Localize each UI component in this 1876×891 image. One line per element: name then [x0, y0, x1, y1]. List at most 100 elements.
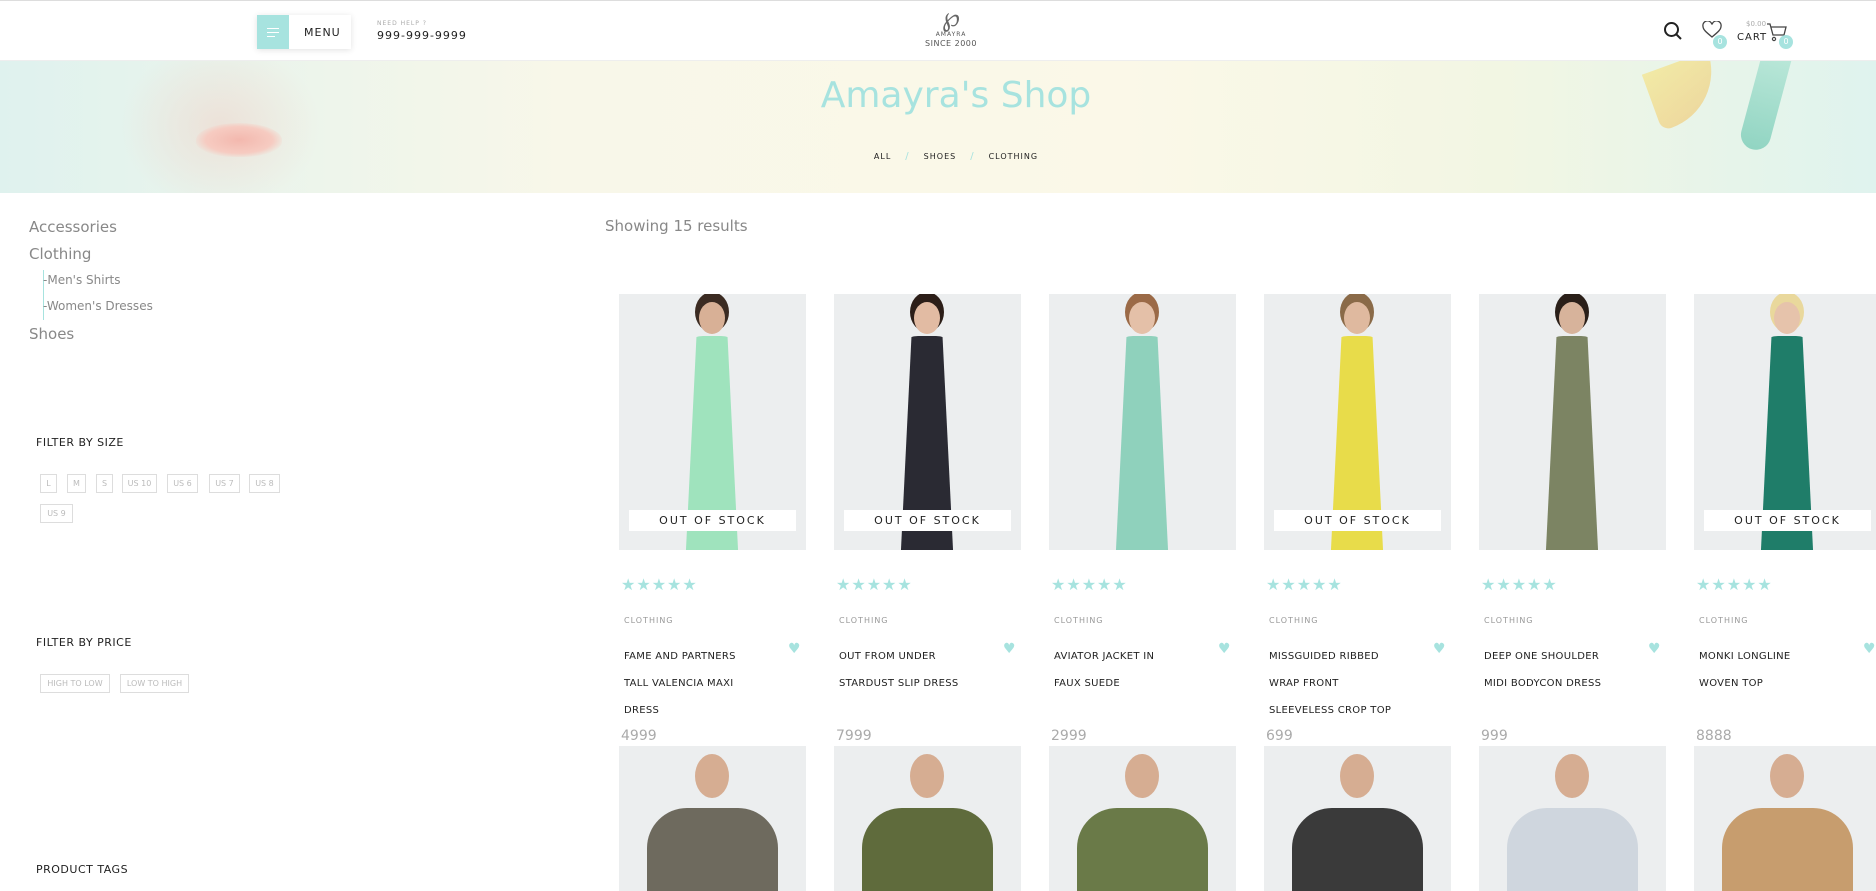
price-high-to-low[interactable]: HIGH TO LOW	[40, 674, 110, 693]
product-name-line: STARDUST SLIP DRESS	[839, 678, 959, 689]
product-name[interactable]: MONKI LONGLINE WOVEN TOP	[1699, 643, 1849, 697]
breadcrumb-all[interactable]: ALL	[874, 152, 891, 161]
breadcrumb-separator: /	[970, 151, 975, 162]
add-to-wishlist-heart-icon[interactable]: ♥	[1218, 641, 1231, 657]
product-category[interactable]: CLOTHING	[1484, 616, 1534, 625]
product-image[interactable]: OUT OF STOCK	[1264, 294, 1451, 550]
menu-button[interactable]: MENU	[257, 15, 351, 49]
size-chip-s[interactable]: S	[96, 474, 113, 493]
site-logo[interactable]: ℘ AMAYRA SINCE 2000	[924, 5, 978, 48]
out-of-stock-label: OUT OF STOCK	[1274, 510, 1441, 531]
subcategory-mens-shirts[interactable]: -Men's Shirts	[43, 273, 121, 287]
rating-stars: ★★★★★	[621, 575, 698, 594]
figure-body	[647, 808, 778, 891]
add-to-wishlist-heart-icon[interactable]: ♥	[788, 641, 801, 657]
product-image[interactable]	[834, 746, 1021, 891]
cart-total: $0.00	[1746, 20, 1767, 28]
size-chip-m[interactable]: M	[67, 474, 86, 493]
page-title: Amayra's Shop	[820, 75, 1092, 116]
rating-stars: ★★★★★	[1266, 575, 1343, 594]
product-name-line: FAUX SUEDE	[1054, 678, 1121, 689]
out-of-stock-label: OUT OF STOCK	[1704, 510, 1871, 531]
product-price: 4999	[621, 728, 657, 744]
product-name-line: DRESS	[624, 705, 660, 716]
size-chip-us7[interactable]: US 7	[209, 474, 240, 493]
product-name[interactable]: AVIATOR JACKET IN FAUX SUEDE	[1054, 643, 1204, 697]
figure-head	[1555, 754, 1589, 798]
figure-body	[1292, 808, 1423, 891]
product-name-line: TALL VALENCIA MAXI	[624, 678, 734, 689]
category-clothing[interactable]: Clothing	[29, 245, 91, 263]
product-image[interactable]	[1479, 746, 1666, 891]
phone-number[interactable]: 999-999-9999	[377, 29, 467, 42]
hero-banner: Amayra's Shop ALL / SHOES / CLOTHING	[0, 61, 1876, 193]
figure-body	[1507, 808, 1638, 891]
figure-body	[862, 808, 993, 891]
product-category[interactable]: CLOTHING	[1699, 616, 1749, 625]
search-icon[interactable]	[1663, 21, 1683, 41]
product-image[interactable]	[619, 746, 806, 891]
figure-head	[1770, 754, 1804, 798]
breadcrumb-shoes[interactable]: SHOES	[924, 152, 957, 161]
filter-price-heading: FILTER BY PRICE	[36, 636, 132, 649]
product-category[interactable]: CLOTHING	[839, 616, 889, 625]
price-low-to-high[interactable]: LOW TO HIGH	[120, 674, 189, 693]
product-price: 999	[1481, 728, 1508, 744]
product-category[interactable]: CLOTHING	[624, 616, 674, 625]
product-name[interactable]: FAME AND PARTNERS TALL VALENCIA MAXI DRESS	[624, 643, 774, 724]
product-name-line: SLEEVELESS CROP TOP	[1269, 705, 1392, 716]
product-image[interactable]	[1694, 746, 1876, 891]
rating-stars: ★★★★★	[1051, 575, 1128, 594]
figure-body	[1115, 336, 1169, 550]
out-of-stock-label: OUT OF STOCK	[629, 510, 796, 531]
breadcrumb-separator: /	[905, 151, 910, 162]
product-category[interactable]: CLOTHING	[1269, 616, 1319, 625]
product-price: 2999	[1051, 728, 1087, 744]
cart-label[interactable]: CART	[1737, 32, 1767, 43]
size-chip-l[interactable]: L	[40, 474, 57, 493]
product-name[interactable]: DEEP ONE SHOULDER MIDI BODYCON DRESS	[1484, 643, 1634, 697]
figure-head	[1125, 754, 1159, 798]
size-chip-us10[interactable]: US 10	[122, 474, 157, 493]
rating-stars: ★★★★★	[836, 575, 913, 594]
product-tags-heading: PRODUCT TAGS	[36, 863, 129, 876]
product-name-line: DEEP ONE SHOULDER	[1484, 651, 1600, 662]
add-to-wishlist-heart-icon[interactable]: ♥	[1003, 641, 1016, 657]
product-name-line: FAME AND PARTNERS	[624, 651, 736, 662]
figure-head	[1344, 302, 1370, 334]
category-accessories[interactable]: Accessories	[29, 218, 117, 236]
subcategory-womens-dresses[interactable]: -Women's Dresses	[43, 299, 153, 313]
product-image[interactable]: OUT OF STOCK	[619, 294, 806, 550]
product-category[interactable]: CLOTHING	[1054, 616, 1104, 625]
product-image[interactable]	[1049, 294, 1236, 550]
out-of-stock-label: OUT OF STOCK	[844, 510, 1011, 531]
size-chip-us6[interactable]: US 6	[167, 474, 198, 493]
size-chip-us9[interactable]: US 9	[40, 504, 73, 523]
figure-head	[699, 302, 725, 334]
add-to-wishlist-heart-icon[interactable]: ♥	[1863, 641, 1876, 657]
product-price: 8888	[1696, 728, 1732, 744]
product-image[interactable]	[1264, 746, 1451, 891]
product-name[interactable]: MISSGUIDED RIBBED WRAP FRONT SLEEVELESS CR…	[1269, 643, 1419, 724]
product-image[interactable]: OUT OF STOCK	[834, 294, 1021, 550]
category-shoes[interactable]: Shoes	[29, 325, 74, 343]
size-chip-us8[interactable]: US 8	[249, 474, 280, 493]
product-image[interactable]	[1479, 294, 1666, 550]
help-block: NEED HELP ? 999-999-9999	[377, 20, 467, 42]
breadcrumb: ALL / SHOES / CLOTHING	[0, 151, 1876, 162]
product-name[interactable]: OUT FROM UNDER STARDUST SLIP DRESS	[839, 643, 989, 697]
product-name-line: AVIATOR JACKET IN	[1054, 651, 1155, 662]
figure-body	[1722, 808, 1853, 891]
product-image[interactable]	[1049, 746, 1236, 891]
add-to-wishlist-heart-icon[interactable]: ♥	[1648, 641, 1661, 657]
product-image[interactable]: OUT OF STOCK	[1694, 294, 1876, 550]
rating-stars: ★★★★★	[1481, 575, 1558, 594]
product-name-line: MONKI LONGLINE	[1699, 651, 1791, 662]
cart-count-badge: 0	[1779, 35, 1793, 49]
figure-head	[695, 754, 729, 798]
breadcrumb-clothing[interactable]: CLOTHING	[989, 152, 1039, 161]
results-count: Showing 15 results	[605, 217, 748, 235]
help-label: NEED HELP ?	[377, 20, 427, 27]
add-to-wishlist-heart-icon[interactable]: ♥	[1433, 641, 1446, 657]
hamburger-icon	[257, 15, 289, 49]
